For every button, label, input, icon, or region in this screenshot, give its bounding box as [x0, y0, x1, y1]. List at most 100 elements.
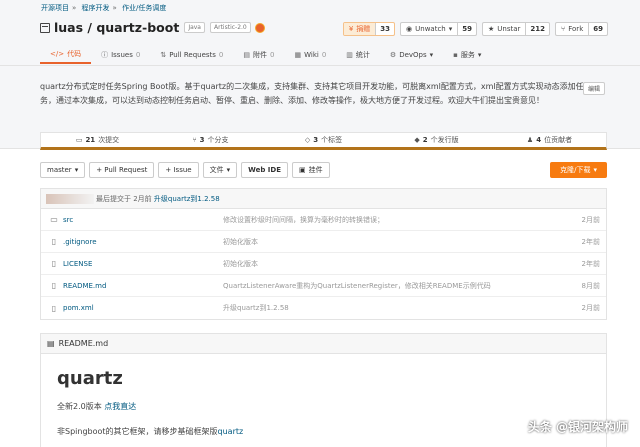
repo-title-row: luas / quartz-boot Java Artistic-2.0	[40, 20, 265, 35]
breadcrumb-item-job-scheduling[interactable]: 作业/任务调度	[122, 4, 166, 12]
tab-code[interactable]: </> 代码	[40, 46, 92, 64]
tab-stats[interactable]: ▥ 统计	[336, 46, 380, 64]
release-icon: ◆	[414, 136, 420, 144]
file-name[interactable]: src	[63, 216, 223, 224]
stat-releases[interactable]: ◆ 2 个发行版	[380, 133, 493, 147]
unwatch-button[interactable]: ◉ Unwatch ▾ 59	[400, 22, 478, 36]
file-row[interactable]: ▯ pom.xml 升级quartz到1.2.58 2月前	[41, 297, 606, 319]
file-name[interactable]: .gitignore	[63, 238, 223, 246]
chevron-down-icon: ▾	[226, 166, 231, 174]
stat-tags[interactable]: ◇ 3 个标签	[267, 133, 380, 147]
readme-content: quartz 全新2.0版本 点我直达 非Spingboot的其它框架，请移步基…	[41, 354, 606, 447]
file-list: 最后提交于 2月前 升级quartz到1.2.58 ▭ src 修改设置秒级时间…	[40, 188, 607, 320]
new-issue-button[interactable]: + Issue	[158, 162, 199, 178]
repo-title[interactable]: luas / quartz-boot	[54, 20, 179, 35]
tab-attachments[interactable]: ▤ 附件 0	[233, 46, 284, 64]
tab-issues[interactable]: ⓘ Issues 0	[91, 46, 150, 64]
branch-select[interactable]: master ▾	[40, 162, 86, 178]
file-icon: ▯	[51, 259, 57, 268]
stat-branches[interactable]: ⑂ 3 个分支	[154, 133, 267, 147]
file-name[interactable]: LICENSE	[63, 260, 223, 268]
readme-link-quartz[interactable]: quartz	[218, 427, 244, 436]
donate-icon: ¥	[348, 25, 354, 33]
file-name[interactable]: README.md	[63, 282, 223, 290]
readme-link-v2[interactable]: 点我直达	[104, 402, 136, 411]
fork-button[interactable]: ⑂ Fork 69	[555, 22, 608, 36]
fork-icon: ⑂	[561, 25, 566, 33]
book-icon: ▤	[47, 339, 55, 348]
avatar[interactable]	[46, 193, 94, 204]
file-time: 2月前	[581, 215, 600, 224]
tab-pull-requests[interactable]: ⇅ Pull Requests 0	[150, 46, 233, 64]
chevron-down-icon: ▾	[429, 51, 434, 59]
chevron-down-icon: ▾	[448, 25, 453, 33]
file-commit-message[interactable]: 修改设置秒级时间间隔，换算为毫秒时的转换错误；	[223, 215, 566, 225]
web-ide-button[interactable]: Web IDE	[241, 162, 288, 178]
last-commit-row: 最后提交于 2月前 升级quartz到1.2.58	[41, 189, 606, 209]
code-icon: </>	[50, 50, 65, 58]
file-icon: ▯	[51, 281, 57, 290]
readme-panel: ▤ README.md quartz 全新2.0版本 点我直达 非Spingbo…	[40, 333, 607, 447]
donate-count[interactable]: 33	[376, 23, 394, 35]
services-icon: ▪	[453, 51, 458, 59]
contributors-icon: ♟	[526, 136, 534, 144]
mount-widget-button[interactable]: ▣ 挂件	[291, 162, 330, 178]
tabs-divider	[0, 65, 640, 66]
file-commit-message[interactable]: 升级quartz到1.2.58	[223, 303, 566, 313]
file-row[interactable]: ▯ README.md QuartzListenerAware重构为Quartz…	[41, 275, 606, 297]
devops-icon: ⚙	[389, 51, 397, 59]
file-commit-message[interactable]: 初始化版本	[223, 237, 566, 247]
repo-actions: ¥ 捐赠 33 ◉ Unwatch ▾ 59 ★ Unstar 212 ⑂ Fork 69	[342, 22, 608, 36]
tab-services[interactable]: ▪ 服务 ▾	[443, 46, 491, 64]
file-row[interactable]: ▭ src 修改设置秒级时间间隔，换算为毫秒时的转换错误； 2月前	[41, 209, 606, 231]
file-time: 2年前	[581, 259, 600, 268]
unstar-button[interactable]: ★ Unstar 212	[482, 22, 551, 36]
chevron-down-icon: ▾	[74, 166, 79, 174]
stat-contributors[interactable]: ♟ 4 位贡献者	[493, 133, 606, 147]
file-row[interactable]: ▯ .gitignore 初始化版本 2年前	[41, 231, 606, 253]
watermark: 头条 @银河架构师	[527, 420, 628, 434]
repo-description: quartz分布式定时任务Spring Boot版。基于quartz的二次集成，…	[40, 82, 584, 105]
star-count[interactable]: 212	[526, 23, 549, 35]
file-row[interactable]: ▯ LICENSE 初始化版本 2年前	[41, 253, 606, 275]
eye-icon: ◉	[406, 25, 413, 33]
tag-icon: ◇	[304, 136, 311, 144]
repo-tabs: </> 代码 ⓘ Issues 0 ⇅ Pull Requests 0 ▤ 附件 0 ▦ Wik…	[40, 46, 491, 64]
file-time: 8月前	[581, 281, 600, 290]
language-tag[interactable]: Java	[184, 22, 205, 33]
new-pull-request-button[interactable]: + Pull Request	[89, 162, 155, 178]
commit-icon: ▭	[75, 136, 83, 144]
readme-line: 全新2.0版本 点我直达	[57, 402, 137, 411]
donate-button[interactable]: ¥ 捐赠 33	[342, 22, 396, 36]
clone-download-button[interactable]: 克隆/下载 ▾	[550, 162, 607, 178]
last-commit-message[interactable]: 升级quartz到1.2.58	[154, 194, 220, 204]
readme-header: ▤ README.md	[41, 334, 606, 354]
file-commit-message[interactable]: 初始化版本	[223, 259, 566, 269]
breadcrumb-item-program-dev[interactable]: 程序开发	[82, 4, 110, 12]
fork-count[interactable]: 69	[589, 23, 607, 35]
edit-description-button[interactable]: 编辑	[583, 82, 606, 95]
readme-title: quartz	[57, 368, 123, 389]
folder-icon: ▭	[50, 215, 58, 224]
pull-request-icon: ⇅	[160, 51, 167, 59]
tab-devops[interactable]: ⚙ DevOps ▾	[380, 46, 443, 64]
license-tag[interactable]: Artistic-2.0	[210, 22, 251, 33]
chevron-down-icon: ▾	[593, 166, 597, 174]
code-toolbar: master ▾ + Pull Request + Issue 文件 ▾ Web I…	[40, 162, 607, 178]
file-time: 2年前	[581, 237, 600, 246]
wiki-icon: ▦	[294, 51, 302, 59]
breadcrumb: 开源项目» 程序开发» 作业/任务调度	[41, 4, 167, 12]
issue-icon: ⓘ	[101, 51, 109, 59]
file-name[interactable]: pom.xml	[63, 304, 223, 312]
chevron-down-icon: ▾	[477, 51, 482, 59]
watch-count[interactable]: 59	[458, 23, 476, 35]
tab-wiki[interactable]: ▦ Wiki 0	[284, 46, 336, 64]
stat-commits[interactable]: ▭ 21 次提交	[41, 133, 154, 147]
breadcrumb-item-open-source[interactable]: 开源项目	[41, 4, 69, 12]
file-menu-button[interactable]: 文件 ▾	[202, 162, 238, 178]
widget-icon: ▣	[298, 166, 306, 174]
readme-line: 非Spingboot的其它框架，请移步基础框架版quartz	[57, 427, 244, 436]
branch-icon: ⑂	[192, 136, 197, 144]
recommended-medal-icon	[254, 22, 265, 33]
file-commit-message[interactable]: QuartzListenerAware重构为QuartzListenerRegi…	[223, 281, 566, 291]
